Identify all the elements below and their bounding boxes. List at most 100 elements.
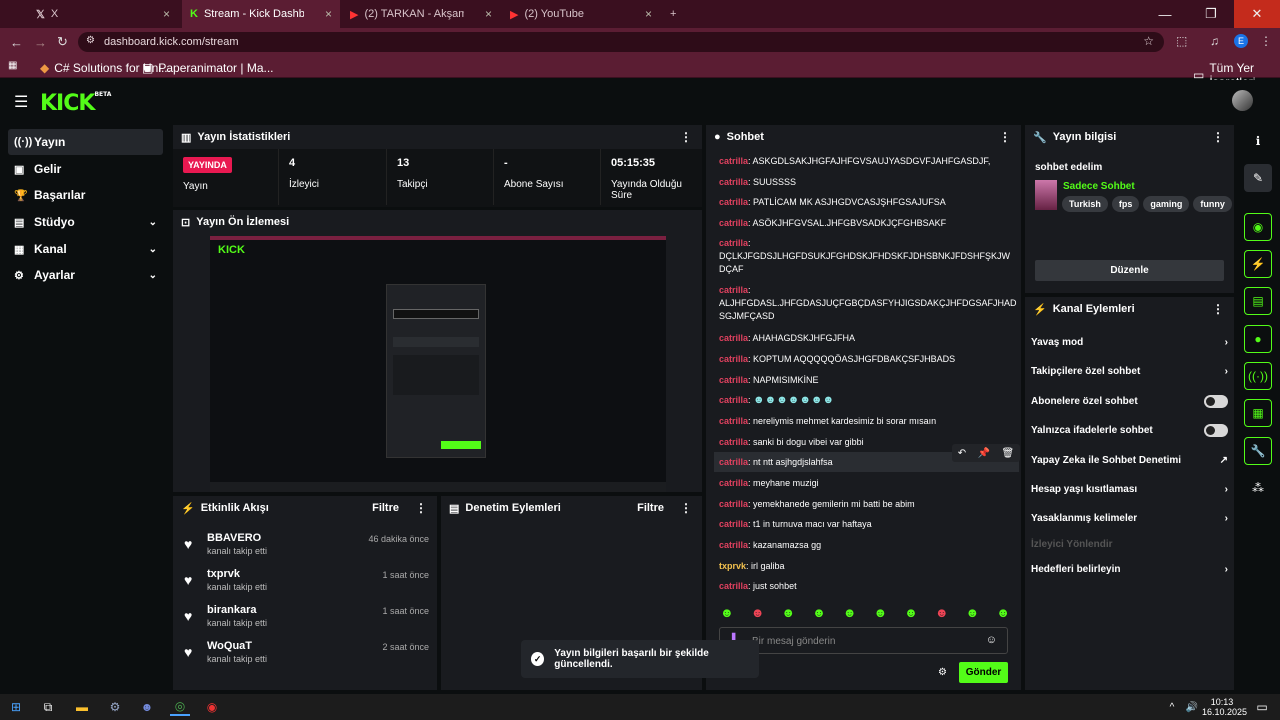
chat-message[interactable]: catrilla: ALJHFGDASL.JHFGDASJUÇFGBÇDASFYH… <box>719 284 1017 323</box>
action-emotes-only[interactable]: Yalnızca ifadelerle sohbet <box>1031 422 1228 438</box>
apps-grid-icon[interactable]: ▦ <box>8 60 17 71</box>
trash-icon[interactable]: 🗑 <box>1002 448 1015 459</box>
share-icon[interactable]: ⁂ <box>1244 474 1272 502</box>
discord-icon[interactable]: ☻ <box>137 698 157 716</box>
chat-message[interactable]: catrilla: NAPMISIMKİNE <box>719 374 1009 387</box>
tab-kick-dashboard[interactable]: K Stream - Kick Dashboard × <box>182 0 340 28</box>
chat-message[interactable]: catrilla: DÇLKJFGDSJLHGFDSUKJFGHDSKJFHDSK… <box>719 237 1010 276</box>
chat-message[interactable]: catrilla: kazanamazsa gg <box>719 539 1009 552</box>
emoji-icon[interactable]: ☺ <box>986 634 997 646</box>
obs-icon[interactable]: ◉ <box>202 698 222 716</box>
volume-icon[interactable]: 🔊 <box>1182 698 1202 716</box>
chat-message[interactable]: catrilla: PATLİCAM MK ASJHGDVCASJŞHFGSAJ… <box>719 196 1009 209</box>
reload-icon[interactable]: ↻ <box>57 34 68 50</box>
chat-message[interactable]: catrilla: ASÖKJHFGVSAL.JHFGBVSADKJÇFGHBS… <box>719 217 1009 230</box>
bookmark-paperanimator[interactable]: ▣ Paperanimator | Ma... <box>142 61 274 75</box>
emote-icon[interactable]: ☻ <box>843 605 857 620</box>
send-button[interactable]: Gönder <box>959 662 1008 683</box>
chat-message[interactable]: catrilla: SUUSSSS <box>719 176 1009 189</box>
restore-icon[interactable]: ❐ <box>1188 0 1234 28</box>
sidebar-item-gelir[interactable]: ▣ Gelir <box>8 156 163 182</box>
address-bar[interactable]: ⚙ dashboard.kick.com/stream ☆ <box>78 32 1164 52</box>
kick-logo[interactable]: KICKBETA <box>40 91 111 116</box>
wrench-icon[interactable]: 🔧 <box>1244 437 1272 465</box>
file-explorer-icon[interactable]: ▬ <box>72 698 92 716</box>
back-icon[interactable]: ← <box>10 35 23 50</box>
action-subscribers-only[interactable]: Abonelere özel sohbet <box>1031 393 1228 409</box>
stream-preview-video[interactable]: KICK <box>210 236 666 492</box>
clock[interactable]: 10:13 16.10.2025 <box>1202 697 1247 717</box>
chrome-icon[interactable]: ◎ <box>170 698 190 716</box>
chat-message[interactable]: catrilla: ASKGDLSAKJHGFAJHFGVSAUJYASDGVF… <box>719 155 1009 168</box>
close-tab-icon[interactable]: × <box>325 7 332 21</box>
emote-icon[interactable]: ☻ <box>966 605 980 620</box>
chat-message[interactable]: catrilla: t1 in turnuva macı var haftaya <box>719 518 1009 531</box>
action-followers-only[interactable]: Takipçilere özel sohbet › <box>1031 363 1228 379</box>
moderation-filter-button[interactable]: Filtre <box>637 502 664 514</box>
action-goals[interactable]: Hedefleri belirleyin › <box>1031 561 1228 577</box>
pin-icon[interactable]: 📌 <box>978 448 990 459</box>
emote-icon[interactable]: ☻ <box>812 605 826 620</box>
camera-icon[interactable]: ◉ <box>1244 213 1272 241</box>
more-icon[interactable]: ⋮ <box>680 130 692 144</box>
category-link[interactable]: Sadece Sohbet <box>1063 181 1135 192</box>
chat-icon[interactable]: ● <box>1244 325 1272 353</box>
windows-start-icon[interactable]: ⊞ <box>6 698 26 716</box>
action-slow-mode[interactable]: Yavaş mod › <box>1031 334 1228 350</box>
chat-message[interactable]: catrilla: KOPTUM AQQQQQÖASJHGFDBAKÇSFJHB… <box>719 353 1009 366</box>
emotes-only-toggle[interactable] <box>1204 423 1228 437</box>
close-tab-icon[interactable]: × <box>485 7 492 21</box>
chat-message[interactable]: catrilla: just sohbet <box>719 580 1009 593</box>
chat-message[interactable]: catrilla: AHAHAGDSKJHFGJFHA <box>719 332 1009 345</box>
site-info-icon[interactable]: ⚙ <box>86 35 95 46</box>
clipboard-icon[interactable]: ▤ <box>1244 287 1272 315</box>
emote-icon[interactable]: ☻ <box>996 605 1010 620</box>
tab-youtube[interactable]: ▶ (2) YouTube × <box>502 0 660 28</box>
emote-icon[interactable]: ☻ <box>720 605 734 620</box>
steam-icon[interactable]: ⚙ <box>105 698 125 716</box>
sidebar-item-ayarlar[interactable]: ⚙ Ayarlar ⌄ <box>8 262 163 288</box>
extensions-icon[interactable]: ⬚ <box>1176 34 1187 48</box>
close-tab-icon[interactable]: × <box>645 7 652 21</box>
activity-filter-button[interactable]: Filtre <box>372 502 399 514</box>
close-tab-icon[interactable]: × <box>163 7 170 21</box>
chat-input[interactable]: ▍ Bir mesaj gönderin ☺ <box>719 627 1008 654</box>
profile-avatar[interactable]: E <box>1234 34 1248 48</box>
tray-chevron-icon[interactable]: ^ <box>1162 698 1182 716</box>
menu-icon[interactable]: ⋮ <box>1260 34 1272 48</box>
new-tab-button[interactable]: + <box>662 0 682 28</box>
more-icon[interactable]: ⋮ <box>1212 130 1224 144</box>
chat-settings-icon[interactable]: ⚙ <box>938 667 947 678</box>
media-icon[interactable]: ♫ <box>1210 34 1219 48</box>
user-avatar[interactable] <box>1232 90 1253 111</box>
more-icon[interactable]: ⋮ <box>680 501 692 515</box>
more-icon[interactable]: ⋮ <box>1212 302 1224 316</box>
emote-icon[interactable]: ☻ <box>904 605 918 620</box>
edit-button[interactable]: Düzenle <box>1035 260 1224 281</box>
action-ai-moderation[interactable]: Yapay Zeka ile Sohbet Denetimi ↗ <box>1031 452 1228 468</box>
chat-message[interactable]: catrilla: nereliymis mehmet kardesimiz b… <box>719 415 1009 428</box>
action-banned-words[interactable]: Yasaklanmış kelimeler › <box>1031 510 1228 526</box>
bookmark-star-icon[interactable]: ☆ <box>1143 34 1154 48</box>
task-view-icon[interactable]: ⧉ <box>38 698 58 716</box>
hamburger-icon[interactable]: ☰ <box>14 92 28 112</box>
emote-icon[interactable]: ☻ <box>935 605 949 620</box>
emote-icon[interactable]: ☻ <box>873 605 887 620</box>
bolt-icon[interactable]: ⚡ <box>1244 250 1272 278</box>
more-icon[interactable]: ⋮ <box>415 501 427 515</box>
action-account-age[interactable]: Hesap yaşı kısıtlaması › <box>1031 481 1228 497</box>
close-window-icon[interactable]: ✕ <box>1234 0 1280 28</box>
chat-message[interactable]: catrilla: ☻☻☻☻☻☻☻ <box>719 394 1009 407</box>
chat-message[interactable]: catrilla: meyhane muzigi <box>719 477 1009 490</box>
broadcast-icon[interactable]: ((·)) <box>1244 362 1272 390</box>
edit-pencil-icon[interactable]: ✎ <box>1244 164 1272 192</box>
tab-x[interactable]: 𝕏 X × <box>28 0 178 28</box>
forward-icon[interactable]: → <box>34 35 47 50</box>
chat-message[interactable]: catrilla: yemekhanede gemilerin mi batti… <box>719 498 1009 511</box>
sidebar-item-kanal[interactable]: ▦ Kanal ⌄ <box>8 236 163 262</box>
sidebar-item-basarilar[interactable]: 🏆 Başarılar <box>8 182 163 208</box>
more-icon[interactable]: ⋮ <box>999 130 1011 144</box>
layers-icon[interactable]: ▦ <box>1244 399 1272 427</box>
tab-tarkan[interactable]: ▶ (2) TARKAN - Akşam Oldu × <box>342 0 500 28</box>
emote-icon[interactable]: ☻ <box>781 605 795 620</box>
